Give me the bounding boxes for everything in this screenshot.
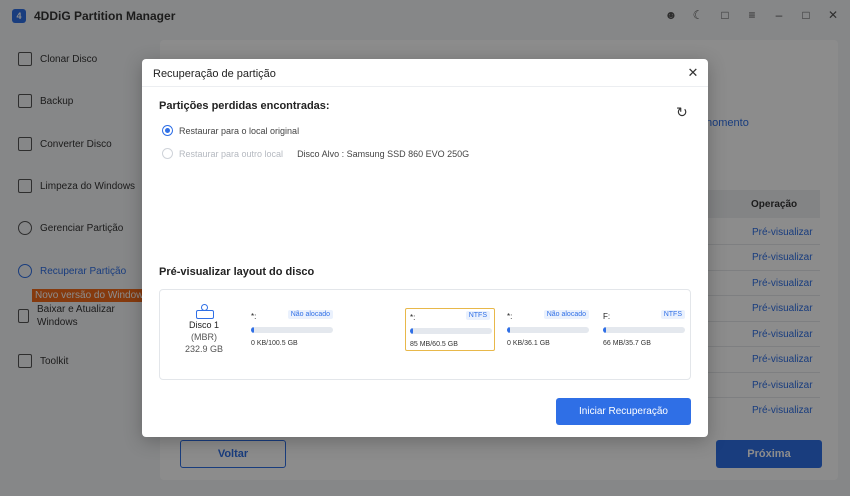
found-partitions-title: Partições perdidas encontradas: bbox=[159, 100, 330, 112]
partition-usage-bar bbox=[251, 327, 333, 333]
partition-fs-tag: Não alocado bbox=[543, 310, 589, 319]
partition-letter: F: bbox=[603, 312, 611, 321]
partition-usage-fill bbox=[603, 327, 607, 333]
partition-block[interactable]: *: Não alocado 0 KB/36.1 GB bbox=[503, 308, 593, 351]
restore-other-label: Restaurar para outro local bbox=[179, 148, 284, 159]
partition-block-selected[interactable]: *: NTFS 85 MB/60.5 GB bbox=[405, 308, 495, 351]
partition-usage-text: 0 KB/36.1 GB bbox=[507, 340, 550, 347]
close-icon[interactable]: ✕ bbox=[686, 65, 700, 80]
partition-usage-text: 85 MB/60.5 GB bbox=[410, 341, 458, 348]
disk-size: 232.9 GB bbox=[184, 344, 224, 354]
partition-usage-bar bbox=[507, 327, 589, 333]
partition-block[interactable]: F: NTFS 66 MB/35.7 GB bbox=[599, 308, 689, 351]
partition-usage-bar bbox=[603, 327, 685, 333]
disk-type: (MBR) bbox=[191, 332, 217, 342]
radio-checked-icon[interactable] bbox=[162, 125, 173, 136]
partition-block[interactable]: *: Não alocado 0 KB/100.5 GB bbox=[247, 308, 337, 351]
restore-original-option[interactable]: Restaurar para o local original bbox=[162, 125, 299, 136]
disk-icon bbox=[196, 304, 214, 319]
restore-other-option: Restaurar para outro local Disco Alvo : … bbox=[162, 148, 469, 159]
radio-unchecked-icon bbox=[162, 148, 173, 159]
partition-letter: *: bbox=[507, 312, 513, 321]
disk-layout-panel: Disco 1 (MBR) 232.9 GB *: Não alocado 0 … bbox=[159, 289, 691, 380]
partition-recovery-dialog: Recuperação de partição ✕ Partições perd… bbox=[142, 59, 708, 437]
refresh-icon[interactable]: ↻ bbox=[676, 104, 688, 121]
target-disk-label: Disco Alvo : Samsung SSD 860 EVO 250G bbox=[297, 148, 470, 159]
partition-usage-fill bbox=[251, 327, 255, 333]
partition-usage-fill bbox=[410, 328, 414, 334]
dialog-title: Recuperação de partição bbox=[153, 68, 276, 80]
dialog-header: Recuperação de partição ✕ bbox=[142, 59, 708, 87]
disk-name: Disco 1 bbox=[188, 320, 219, 330]
layout-preview-title: Pré-visualizar layout do disco bbox=[159, 266, 315, 278]
partition-usage-text: 0 KB/100.5 GB bbox=[251, 340, 298, 347]
partition-usage-bar bbox=[410, 328, 492, 334]
disk-info: Disco 1 (MBR) 232.9 GB bbox=[180, 304, 228, 354]
partition-fs-tag: NTFS bbox=[465, 311, 490, 320]
partition-usage-fill bbox=[507, 327, 511, 333]
partition-letter: *: bbox=[410, 313, 416, 322]
restore-original-label: Restaurar para o local original bbox=[179, 125, 300, 136]
partition-letter: *: bbox=[251, 312, 257, 321]
partition-fs-tag: Não alocado bbox=[287, 310, 333, 319]
partition-usage-text: 66 MB/35.7 GB bbox=[603, 340, 651, 347]
start-recovery-button[interactable]: Iniciar Recuperação bbox=[556, 398, 691, 425]
partition-fs-tag: NTFS bbox=[660, 310, 685, 319]
